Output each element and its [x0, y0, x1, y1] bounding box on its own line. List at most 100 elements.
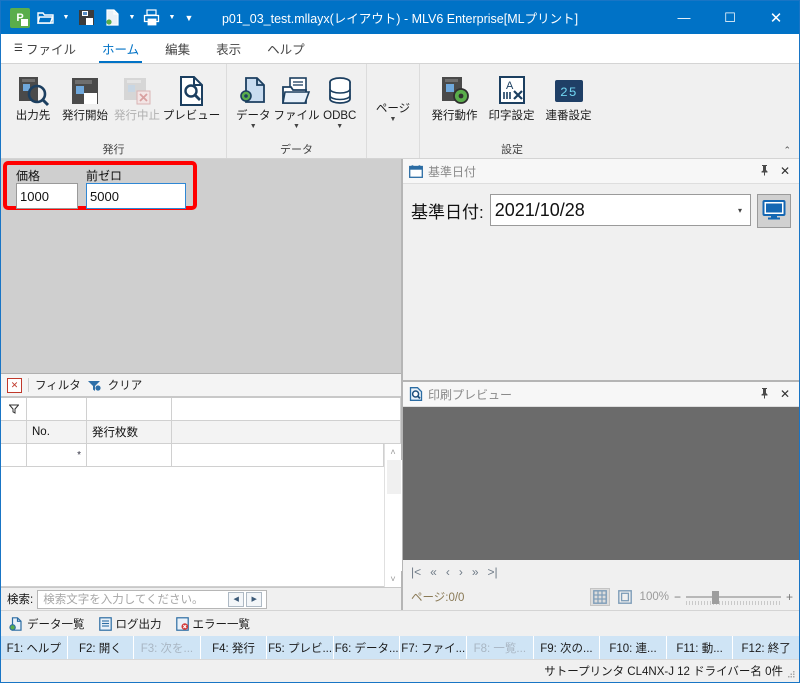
zoom-in-button[interactable]: +: [786, 590, 793, 604]
filter-toolbar: ✕ フィルタ クリア: [1, 374, 401, 397]
dropdown-caret-icon[interactable]: ▼: [293, 123, 300, 131]
ribbon-button-serial-number[interactable]: 25 連番設定: [540, 68, 597, 123]
prev-page-button[interactable]: ‹: [446, 565, 450, 579]
print-preview-panel: 印刷プレビュー ✕ |< « ‹ › » >| ページ:0/0 100% − +: [402, 381, 799, 610]
next-block-button[interactable]: »: [472, 565, 479, 579]
close-button[interactable]: ✕: [753, 1, 799, 34]
fnkey-f1[interactable]: F1: ヘルプ: [1, 636, 68, 659]
dropdown-caret-icon[interactable]: ▼: [390, 116, 397, 124]
grid-filter-row[interactable]: [1, 398, 401, 421]
bottom-tab-data-list[interactable]: データ一覧: [9, 616, 85, 632]
dropdown-caret-icon[interactable]: ▼: [250, 123, 257, 131]
field-price-input[interactable]: [16, 183, 78, 209]
maximize-button[interactable]: ☐: [707, 1, 753, 34]
dropdown-caret-icon[interactable]: ▼: [336, 123, 343, 131]
tab-view[interactable]: 表示: [203, 34, 254, 63]
pin-icon[interactable]: [756, 164, 772, 179]
fnkey-f3: F3: 次を...: [134, 636, 201, 659]
single-page-icon[interactable]: [615, 588, 635, 606]
pin-icon[interactable]: [756, 387, 772, 402]
close-icon[interactable]: ✕: [777, 164, 793, 178]
app-logo-icon[interactable]: P: [7, 5, 33, 31]
resize-gripper[interactable]: [785, 669, 796, 680]
open-dropdown-caret[interactable]: ▼: [59, 5, 73, 31]
fnkey-f6[interactable]: F6: データ...: [334, 636, 401, 659]
table-row[interactable]: *: [1, 444, 384, 467]
ribbon-button-issue-action[interactable]: 発行動作: [426, 68, 483, 123]
grid-row-selector[interactable]: [1, 444, 27, 467]
fnkey-f11[interactable]: F11: 動...: [667, 636, 734, 659]
clear-filter-icon[interactable]: [87, 379, 102, 392]
tab-edit[interactable]: 編集: [152, 34, 203, 63]
grid-header-selector[interactable]: [1, 421, 27, 444]
fnkey-f9[interactable]: F9: 次の...: [534, 636, 601, 659]
open-icon[interactable]: [33, 5, 59, 31]
minimize-button[interactable]: —: [661, 1, 707, 34]
tab-home[interactable]: ホーム: [89, 34, 152, 63]
grid-view-icon[interactable]: [589, 588, 610, 606]
ribbon-button-file[interactable]: ファイル ▼: [274, 68, 320, 131]
grid-empty-area: [1, 467, 384, 587]
grid-filter-cell-rest[interactable]: [172, 398, 401, 421]
fnkey-f5[interactable]: F5: プレビ...: [267, 636, 334, 659]
last-page-button[interactable]: >|: [488, 565, 498, 579]
print-preview-canvas[interactable]: [403, 407, 799, 560]
search-next-button[interactable]: ▶: [246, 591, 263, 607]
ribbon-button-print-settings[interactable]: A 印字設定: [483, 68, 540, 123]
field-leading-zero-input[interactable]: [86, 183, 186, 209]
print-preview-navigation: |< « ‹ › » >|: [403, 560, 799, 584]
first-page-button[interactable]: |<: [411, 565, 421, 579]
print-dropdown-caret[interactable]: ▼: [165, 5, 179, 31]
zoom-slider[interactable]: [685, 590, 781, 605]
prev-block-button[interactable]: «: [430, 565, 437, 579]
reference-date-combobox[interactable]: 2021/10/28 ▾: [489, 194, 751, 226]
grid-filter-cell-qty[interactable]: [87, 398, 172, 421]
filter-close-button[interactable]: ✕: [7, 377, 22, 393]
ribbon-collapse-button[interactable]: ⌃: [783, 145, 791, 156]
fnkey-f10[interactable]: F10: 連...: [600, 636, 667, 659]
customize-qat-caret[interactable]: ▼: [179, 5, 199, 31]
next-page-button[interactable]: ›: [459, 565, 463, 579]
ribbon-button-odbc[interactable]: ODBC ▼: [320, 68, 361, 131]
grid-filter-cell-no[interactable]: [27, 398, 87, 421]
grid-vertical-scrollbar[interactable]: ˄ ˅: [384, 444, 402, 587]
ribbon-button-preview[interactable]: プレビュー: [163, 68, 220, 123]
ribbon-button-data[interactable]: データ ▼: [233, 68, 274, 131]
new-data-icon[interactable]: [99, 5, 125, 31]
save-icon[interactable]: [73, 5, 99, 31]
data-list-icon: [9, 616, 23, 631]
print-icon[interactable]: [139, 5, 165, 31]
fnkey-f4[interactable]: F4: 発行: [201, 636, 268, 659]
grid-header-no[interactable]: No.: [27, 421, 87, 444]
close-icon[interactable]: ✕: [777, 387, 793, 401]
clear-button[interactable]: クリア: [108, 377, 143, 393]
zoom-out-button[interactable]: −: [674, 590, 681, 604]
grid-cell-no[interactable]: *: [27, 444, 87, 467]
bottom-tab-error-list[interactable]: エラー一覧: [175, 616, 250, 632]
scroll-up-arrow-icon[interactable]: ˄: [390, 444, 395, 460]
slider-thumb[interactable]: [711, 591, 719, 604]
grid-cell-quantity[interactable]: [87, 444, 172, 467]
cancel-issue-icon: [121, 73, 153, 109]
fnkey-f12[interactable]: F12: 終了: [733, 636, 799, 659]
ribbon-button-start-issue[interactable]: 発行開始: [59, 68, 111, 123]
grid-cell-rest[interactable]: [172, 444, 384, 467]
bottom-tab-log-output[interactable]: ログ出力: [98, 616, 162, 632]
funnel-icon[interactable]: [1, 398, 27, 421]
tab-file[interactable]: ☰ ファイル: [1, 34, 89, 63]
monitor-button[interactable]: [757, 194, 791, 228]
search-prev-button[interactable]: ◀: [228, 591, 245, 607]
tab-help[interactable]: ヘルプ: [254, 34, 318, 63]
filter-button[interactable]: フィルタ: [35, 377, 81, 393]
search-input[interactable]: 検索文字を入力してください。 ◀ ▶: [37, 589, 268, 609]
ribbon-button-page[interactable]: ページ ▼: [373, 85, 413, 124]
chevron-down-icon[interactable]: ▾: [738, 206, 746, 215]
new-data-dropdown-caret[interactable]: ▼: [125, 5, 139, 31]
scroll-down-arrow-icon[interactable]: ˅: [390, 571, 395, 587]
grid-header-quantity[interactable]: 発行枚数: [87, 421, 172, 444]
fnkey-f7[interactable]: F7: ファイ...: [400, 636, 468, 659]
fnkey-f2[interactable]: F2: 開く: [68, 636, 135, 659]
scroll-thumb[interactable]: [384, 460, 402, 571]
grid-header-rest[interactable]: [172, 421, 401, 444]
ribbon-button-output-destination[interactable]: 出力先: [7, 68, 59, 123]
